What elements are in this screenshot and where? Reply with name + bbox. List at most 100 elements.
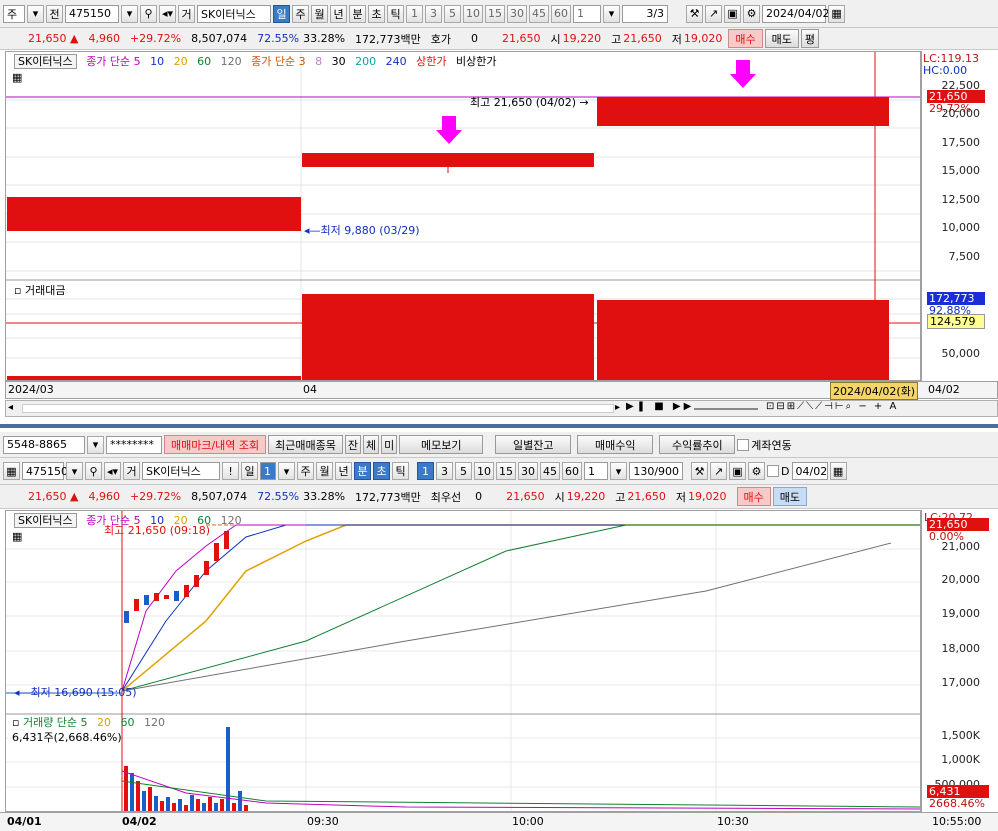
avg-button[interactable]: 평 (800, 29, 820, 48)
calendar-icon[interactable]: ▦ (828, 4, 846, 23)
market-dropdown[interactable]: ▾ (27, 4, 44, 23)
password-input[interactable]: ******** (106, 435, 162, 454)
save-icon[interactable]: ▣ (729, 462, 747, 480)
grid-icon[interactable]: ▦ (12, 71, 22, 84)
tools-icon[interactable]: ⚒ (686, 4, 704, 23)
bottom-period-year[interactable]: 년 (335, 462, 353, 480)
bottom-interval-5[interactable]: 5 (455, 462, 473, 480)
code-input[interactable]: 475150 (65, 4, 119, 23)
interval-3[interactable]: 3 (425, 4, 443, 23)
period-week[interactable]: 주 (292, 4, 310, 23)
search-icon[interactable]: ⚲ (140, 4, 157, 23)
bottom-interval-30[interactable]: 30 (518, 462, 539, 480)
zoom-slider[interactable] (694, 408, 758, 410)
x-label: 2024/03 (8, 383, 54, 396)
d-checkbox[interactable] (767, 465, 780, 477)
profit-button[interactable]: 매매수익 (577, 435, 654, 454)
range-input[interactable]: 130/900 (629, 462, 684, 480)
bottom-period-week[interactable]: 주 (297, 462, 315, 480)
ma20-line (121, 524, 920, 692)
bottom-period-second[interactable]: 초 (373, 462, 391, 480)
bottom-code-input[interactable]: 475150 (22, 462, 68, 480)
alert-button[interactable]: ! (222, 462, 240, 480)
bottom-chart-area[interactable]: SK이터닉스 종가 단순 5 10 20 60 120 ▦ 최고 21,650 … (5, 510, 921, 812)
sell-button[interactable]: 매도 (764, 29, 799, 48)
return-trend-button[interactable]: 수익률추이 (659, 435, 736, 454)
tools-icon[interactable]: ⚒ (691, 462, 709, 480)
bottom-period-minute[interactable]: 분 (354, 462, 372, 480)
bottom-code-dropdown[interactable]: ▾ (66, 462, 83, 480)
interval-60[interactable]: 60 (551, 4, 572, 23)
market-select[interactable]: 주 (3, 4, 25, 23)
interval-30[interactable]: 30 (507, 4, 528, 23)
grid-icon[interactable]: ▦ (3, 462, 20, 480)
period-second[interactable]: 초 (368, 4, 386, 23)
bottom-count-dropdown[interactable]: ▾ (610, 462, 628, 480)
daily-balance-button[interactable]: 일별잔고 (495, 435, 572, 454)
interval-5[interactable]: 5 (444, 4, 462, 23)
bottom-period-day[interactable]: 일 (241, 462, 259, 480)
buy-button[interactable]: 매수 (728, 29, 763, 48)
gear-icon[interactable]: ⚙ (748, 462, 766, 480)
volume-bar (154, 796, 158, 811)
b-sell-button[interactable]: 매도 (772, 487, 808, 506)
b-vol-value: 6,431주(2,668.46%) (12, 731, 122, 744)
bottom-period-month[interactable]: 월 (316, 462, 334, 480)
scrollbar-track[interactable] (22, 404, 614, 413)
save-icon[interactable]: ▣ (724, 4, 742, 23)
code-dropdown[interactable]: ▾ (121, 4, 138, 23)
bottom-period-tick[interactable]: 틱 (392, 462, 410, 480)
b-grid-icon[interactable]: ▦ (12, 530, 22, 543)
bottom-interval-60[interactable]: 60 (562, 462, 583, 480)
bottom-period-count[interactable]: 1 (260, 462, 277, 480)
interval-10[interactable]: 10 (463, 4, 484, 23)
trade-button[interactable]: 거 (178, 4, 196, 23)
interval-15[interactable]: 15 (485, 4, 506, 23)
account-input[interactable]: 5548-8865 (3, 435, 85, 454)
speaker-icon[interactable]: ◂▾ (159, 4, 177, 23)
bottom-interval-3[interactable]: 3 (436, 462, 454, 480)
prev-button[interactable]: 전 (46, 4, 63, 23)
calendar-icon[interactable]: ▦ (829, 462, 847, 480)
bottom-interval-1[interactable]: 1 (417, 462, 435, 480)
bottom-interval-10[interactable]: 10 (474, 462, 495, 480)
draw-icon[interactable]: ↗ (710, 462, 728, 480)
bottom-trade-button[interactable]: 거 (123, 462, 141, 480)
bottom-count-input[interactable]: 1 (584, 462, 609, 480)
count-dropdown[interactable]: ▾ (603, 4, 621, 23)
date-input[interactable]: 2024/04/02 (762, 4, 829, 23)
chart-tool-icons[interactable]: ⊡⊟⊞⟋⟍⟋⊣⊢⌕ − + A (766, 401, 898, 412)
bottom-interval-15[interactable]: 15 (496, 462, 517, 480)
playback-icons[interactable]: ▶❚ ■ ▶▶ (626, 401, 694, 412)
search-icon[interactable]: ⚲ (85, 462, 102, 480)
page-input[interactable]: 3/3 (622, 4, 669, 23)
bottom-date-input[interactable]: 04/02 (791, 462, 828, 480)
gear-icon[interactable]: ⚙ (743, 4, 761, 23)
period-tick[interactable]: 틱 (387, 4, 405, 23)
link-checkbox[interactable] (737, 438, 750, 451)
unfilled-button[interactable]: 미 (381, 435, 398, 454)
filled-button[interactable]: 체 (363, 435, 380, 454)
period-year[interactable]: 년 (330, 4, 348, 23)
recent-stocks-button[interactable]: 최근매매종목 (268, 435, 343, 454)
scroll-left-icon[interactable]: ◂ (8, 402, 13, 413)
speaker-icon[interactable]: ◂▾ (104, 462, 122, 480)
period-day[interactable]: 일 (273, 4, 291, 23)
top-chart-area[interactable]: SK이터닉스 종가 단순 5 10 20 60 120 종가 단순 3 8 30… (5, 51, 921, 381)
account-dropdown[interactable]: ▾ (87, 435, 104, 454)
count-input[interactable]: 1 (573, 4, 602, 23)
bottom-interval-45[interactable]: 45 (540, 462, 561, 480)
balance-button[interactable]: 잔 (344, 435, 362, 454)
period-minute[interactable]: 분 (349, 4, 367, 23)
period-month[interactable]: 월 (311, 4, 329, 23)
interval-45[interactable]: 45 (529, 4, 550, 23)
draw-icon[interactable]: ↗ (705, 4, 723, 23)
b-buy-button[interactable]: 매수 (736, 487, 771, 506)
top-quote-bar: 21,650 ▲ 4,960 +29.72% 8,507,074 72.55% … (0, 28, 998, 50)
scroll-right-icon[interactable]: ▸ (615, 402, 620, 413)
bottom-period-dropdown[interactable]: ▾ (278, 462, 296, 480)
memo-button[interactable]: 메모보기 (399, 435, 484, 454)
interval-1[interactable]: 1 (406, 4, 424, 23)
trade-mark-button[interactable]: 매매마크/내역 조회 (164, 435, 267, 454)
b-vol-tick: 1,000K (941, 753, 980, 766)
